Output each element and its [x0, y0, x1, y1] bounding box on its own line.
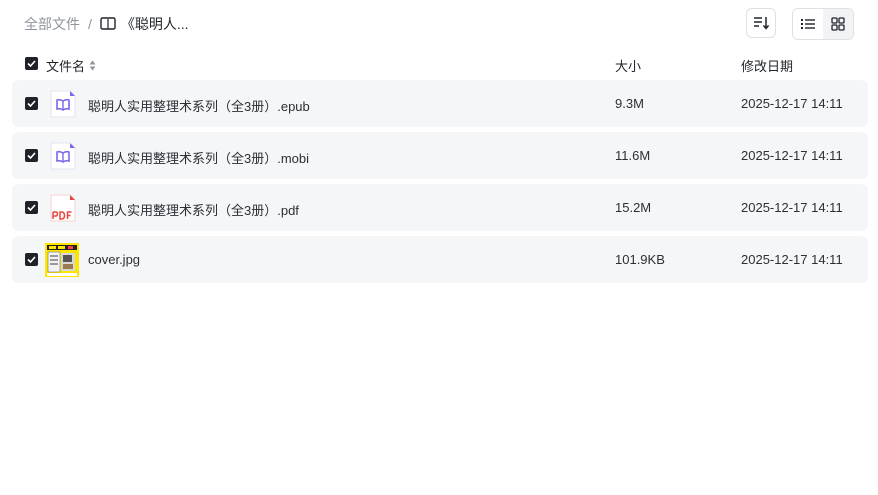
toolbar: [746, 8, 854, 40]
table-row[interactable]: 聪明人实用整理术系列（全3册）.pdf 15.2M 2025-12-17 14:…: [12, 184, 868, 231]
breadcrumb-current-label: 《聪明人...: [120, 16, 189, 32]
list-view-icon: [801, 19, 815, 29]
sort-toggle-icon: [89, 60, 96, 71]
check-icon: [27, 100, 36, 107]
file-name[interactable]: cover.jpg: [88, 252, 140, 267]
select-all-checkbox[interactable]: [25, 57, 38, 70]
file-date: 2025-12-17 14:11: [741, 200, 843, 215]
breadcrumb-separator: /: [88, 16, 92, 32]
table-row[interactable]: cover.jpg 101.9KB 2025-12-17 14:11: [12, 236, 868, 283]
file-date: 2025-12-17 14:11: [741, 96, 843, 111]
row-checkbox[interactable]: [25, 97, 38, 110]
breadcrumb: 全部文件 / 《聪明人...: [24, 14, 189, 34]
file-size: 9.3M: [615, 96, 644, 111]
row-checkbox[interactable]: [25, 149, 38, 162]
breadcrumb-root-link[interactable]: 全部文件: [24, 14, 80, 34]
breadcrumb-current: 《聪明人...: [100, 14, 189, 34]
column-header-date[interactable]: 修改日期: [741, 56, 793, 75]
row-checkbox[interactable]: [25, 253, 38, 266]
file-size: 11.6M: [615, 148, 651, 163]
image-thumbnail: [45, 243, 79, 277]
check-icon: [27, 204, 36, 211]
row-checkbox[interactable]: [25, 201, 38, 214]
book-icon: [100, 17, 116, 30]
table-header: 文件名 大小 修改日期: [12, 50, 868, 78]
file-name[interactable]: 聪明人实用整理术系列（全3册）.mobi: [88, 148, 309, 167]
file-date: 2025-12-17 14:11: [741, 252, 843, 267]
check-icon: [27, 60, 36, 67]
file-size: 101.9KB: [615, 252, 665, 267]
table-row[interactable]: 聪明人实用整理术系列（全3册）.mobi 11.6M 2025-12-17 14…: [12, 132, 868, 179]
top-bar: 全部文件 / 《聪明人...: [0, 0, 878, 48]
column-header-name-label: 文件名: [46, 59, 86, 74]
sort-button[interactable]: [746, 8, 776, 38]
check-icon: [27, 256, 36, 263]
check-icon: [27, 152, 36, 159]
ebook-file-icon: [48, 89, 78, 119]
file-name[interactable]: 聪明人实用整理术系列（全3册）.pdf: [88, 200, 299, 219]
ebook-file-icon: [48, 141, 78, 171]
file-date: 2025-12-17 14:11: [741, 148, 843, 163]
grid-view-button[interactable]: [823, 9, 853, 39]
file-size: 15.2M: [615, 200, 652, 215]
file-name[interactable]: 聪明人实用整理术系列（全3册）.epub: [88, 96, 310, 115]
pdf-file-icon: [48, 193, 78, 223]
column-header-size[interactable]: 大小: [615, 56, 641, 75]
sort-icon: [754, 17, 769, 30]
column-header-name[interactable]: 文件名: [46, 56, 96, 75]
list-view-button[interactable]: [793, 9, 823, 39]
table-row[interactable]: 聪明人实用整理术系列（全3册）.epub 9.3M 2025-12-17 14:…: [12, 80, 868, 127]
grid-view-icon: [831, 17, 845, 31]
view-toggle: [792, 8, 854, 40]
